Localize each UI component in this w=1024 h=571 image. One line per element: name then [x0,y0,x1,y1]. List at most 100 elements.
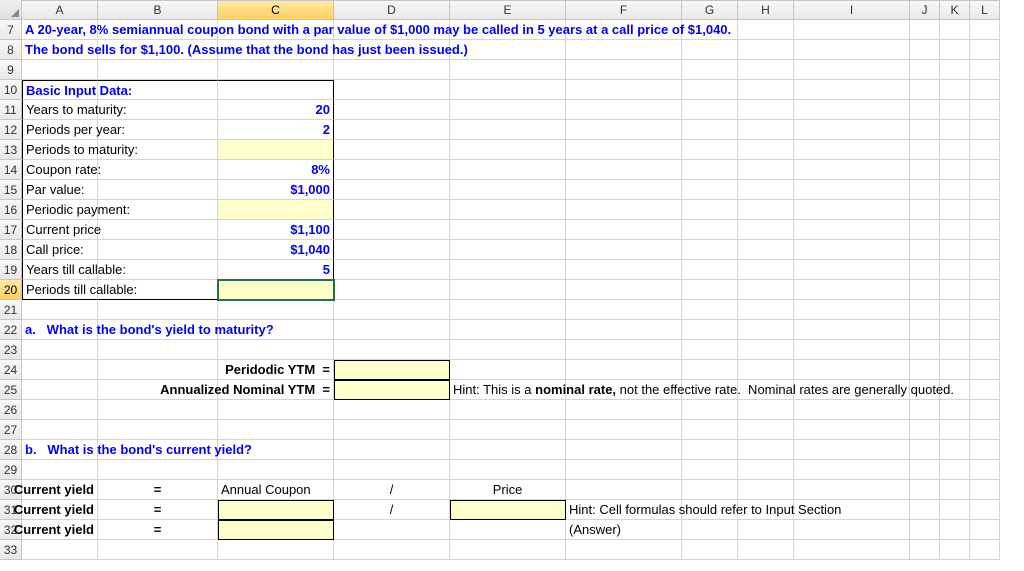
cell-E30[interactable]: Price [450,480,566,500]
col-header-F[interactable]: F [566,0,682,20]
cell-C9[interactable] [218,60,334,80]
cell-D17[interactable] [334,220,450,240]
cell-E16[interactable] [450,200,566,220]
cell-H22[interactable] [738,320,794,340]
cell-G13[interactable] [682,140,738,160]
cell-I16[interactable] [794,200,910,220]
cell-J24[interactable] [910,360,940,380]
cell-G17[interactable] [682,220,738,240]
cell-G27[interactable] [682,420,738,440]
cell-K33[interactable] [940,540,970,560]
cell-D12[interactable] [334,120,450,140]
cell-L15[interactable] [970,180,1000,200]
cell-K18[interactable] [940,240,970,260]
cell-K14[interactable] [940,160,970,180]
cell-J22[interactable] [910,320,940,340]
row-header-26[interactable]: 26 [0,400,22,420]
cell-J15[interactable] [910,180,940,200]
cell-D18[interactable] [334,240,450,260]
cell-G19[interactable] [682,260,738,280]
cell-H14[interactable] [738,160,794,180]
cell-I24[interactable] [794,360,910,380]
row-header-18[interactable]: 18 [0,240,22,260]
col-header-I[interactable]: I [794,0,910,20]
cell-D21[interactable] [334,300,450,320]
cell-H28[interactable] [738,440,794,460]
cell-L25[interactable] [970,380,1000,400]
cell-F22[interactable] [566,320,682,340]
cell-C29[interactable] [218,460,334,480]
cell-A16[interactable]: Periodic payment: [22,200,98,220]
cell-I29[interactable] [794,460,910,480]
cell-C10[interactable] [218,80,334,100]
cell-A26[interactable] [22,400,98,420]
cell-D19[interactable] [334,260,450,280]
cell-A7[interactable]: A 20-year, 8% semiannual coupon bond wit… [22,20,98,40]
cell-L21[interactable] [970,300,1000,320]
cell-F11[interactable] [566,100,682,120]
cell-E23[interactable] [450,340,566,360]
cell-K10[interactable] [940,80,970,100]
cell-D20[interactable] [334,280,450,300]
cell-L28[interactable] [970,440,1000,460]
cell-K20[interactable] [940,280,970,300]
cell-B31[interactable]: = [98,500,218,520]
cell-F32[interactable]: (Answer) [566,520,682,540]
cell-F33[interactable] [566,540,682,560]
cell-H9[interactable] [738,60,794,80]
cell-D11[interactable] [334,100,450,120]
cell-F9[interactable] [566,60,682,80]
cell-J31[interactable] [910,500,940,520]
cell-D33[interactable] [334,540,450,560]
cell-G10[interactable] [682,80,738,100]
cell-H33[interactable] [738,540,794,560]
row-header-27[interactable]: 27 [0,420,22,440]
cell-K22[interactable] [940,320,970,340]
cell-J26[interactable] [910,400,940,420]
cell-G28[interactable] [682,440,738,460]
cell-K21[interactable] [940,300,970,320]
cell-J32[interactable] [910,520,940,540]
cell-K16[interactable] [940,200,970,220]
cell-D23[interactable] [334,340,450,360]
cell-K27[interactable] [940,420,970,440]
row-header-15[interactable]: 15 [0,180,22,200]
cell-H26[interactable] [738,400,794,420]
cell-I30[interactable] [794,480,910,500]
cell-G12[interactable] [682,120,738,140]
cell-C26[interactable] [218,400,334,420]
cell-K24[interactable] [940,360,970,380]
cell-J27[interactable] [910,420,940,440]
cell-L29[interactable] [970,460,1000,480]
cell-L13[interactable] [970,140,1000,160]
row-header-21[interactable]: 21 [0,300,22,320]
cell-G29[interactable] [682,460,738,480]
cell-G26[interactable] [682,400,738,420]
cell-I14[interactable] [794,160,910,180]
cell-H29[interactable] [738,460,794,480]
cell-F26[interactable] [566,400,682,420]
cell-B9[interactable] [98,60,218,80]
cell-K26[interactable] [940,400,970,420]
cell-C11[interactable]: 20 [218,100,334,120]
cell-F8[interactable] [566,40,682,60]
cell-G32[interactable] [682,520,738,540]
cell-K31[interactable] [940,500,970,520]
cell-C30[interactable]: Annual Coupon [218,480,334,500]
cell-I32[interactable] [794,520,910,540]
cell-C15[interactable]: $1,000 [218,180,334,200]
cell-A24[interactable] [22,360,98,380]
cell-C23[interactable] [218,340,334,360]
cell-I23[interactable] [794,340,910,360]
row-header-22[interactable]: 22 [0,320,22,340]
cell-D9[interactable] [334,60,450,80]
cell-I11[interactable] [794,100,910,120]
cell-L8[interactable] [970,40,1000,60]
cell-A23[interactable] [22,340,98,360]
cell-E29[interactable] [450,460,566,480]
row-header-17[interactable]: 17 [0,220,22,240]
cell-E15[interactable] [450,180,566,200]
cell-K11[interactable] [940,100,970,120]
row-header-29[interactable]: 29 [0,460,22,480]
cell-A13[interactable]: Periods to maturity: [22,140,98,160]
